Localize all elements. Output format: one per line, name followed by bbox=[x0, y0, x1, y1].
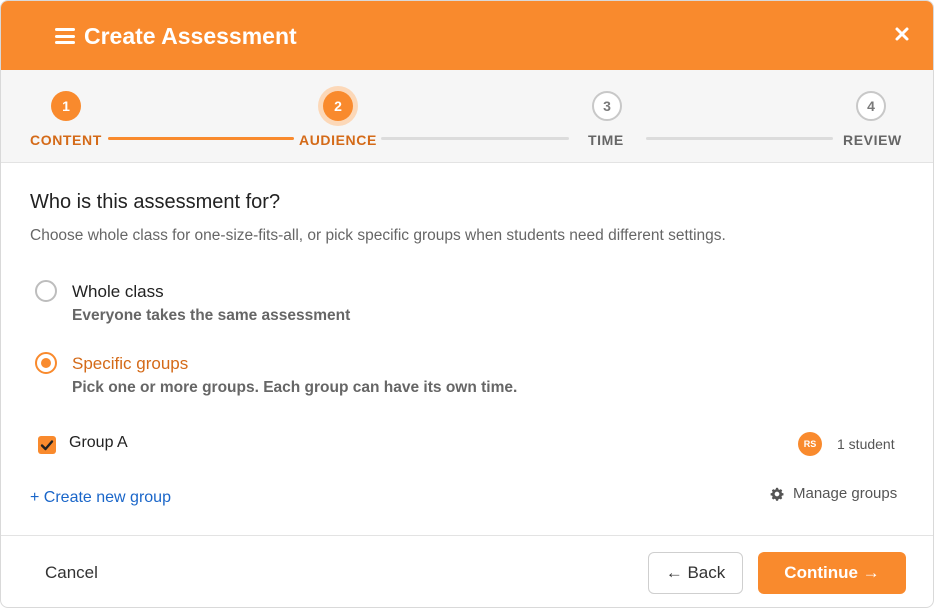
footer-divider bbox=[1, 535, 933, 536]
student-avatar: RS bbox=[798, 432, 822, 456]
step-1-label[interactable]: CONTENT bbox=[30, 132, 102, 148]
step-1-circle[interactable]: 1 bbox=[51, 91, 81, 121]
step-2-circle[interactable]: 2 bbox=[323, 91, 353, 121]
gear-icon bbox=[770, 487, 784, 501]
whole-class-description: Everyone takes the same assessment bbox=[72, 307, 351, 324]
group-a-checkbox[interactable] bbox=[38, 436, 56, 454]
step-3-label[interactable]: TIME bbox=[588, 132, 624, 148]
step-3-circle[interactable]: 3 bbox=[592, 91, 622, 121]
whole-class-title[interactable]: Whole class bbox=[72, 282, 164, 302]
close-icon[interactable] bbox=[893, 25, 911, 43]
whole-class-radio[interactable] bbox=[35, 280, 57, 302]
step-connector-1 bbox=[108, 137, 294, 140]
progress-stepper: 1 CONTENT 2 AUDIENCE 3 TIME 4 REVIEW bbox=[1, 70, 933, 163]
checkmark-icon bbox=[40, 440, 54, 451]
step-4-label[interactable]: REVIEW bbox=[843, 132, 902, 148]
cancel-button[interactable]: Cancel bbox=[45, 563, 98, 583]
create-assessment-modal: Create Assessment 1 CONTENT 2 AUDIENCE 3… bbox=[0, 0, 934, 608]
specific-groups-description: Pick one or more groups. Each group can … bbox=[72, 379, 518, 396]
continue-button[interactable]: Continue → bbox=[758, 552, 906, 594]
step-connector-3 bbox=[646, 137, 833, 140]
step-connector-2 bbox=[381, 137, 569, 140]
step-4-circle[interactable]: 4 bbox=[856, 91, 886, 121]
specific-groups-title[interactable]: Specific groups bbox=[72, 354, 188, 374]
hamburger-menu-icon[interactable] bbox=[55, 28, 75, 44]
create-new-group-link[interactable]: + Create new group bbox=[30, 489, 171, 507]
group-name[interactable]: Group A bbox=[69, 434, 128, 452]
audience-hint: Choose whole class for one-size-fits-all… bbox=[30, 227, 726, 244]
step-2-label[interactable]: AUDIENCE bbox=[299, 132, 377, 148]
manage-groups-label: Manage groups bbox=[793, 485, 898, 502]
back-button[interactable]: ← Back bbox=[648, 552, 743, 594]
specific-groups-radio[interactable] bbox=[35, 352, 57, 374]
modal-header: Create Assessment bbox=[1, 1, 933, 70]
modal-title: Create Assessment bbox=[84, 23, 297, 49]
student-count: 1 student bbox=[837, 436, 895, 452]
audience-question: Who is this assessment for? bbox=[30, 191, 281, 213]
